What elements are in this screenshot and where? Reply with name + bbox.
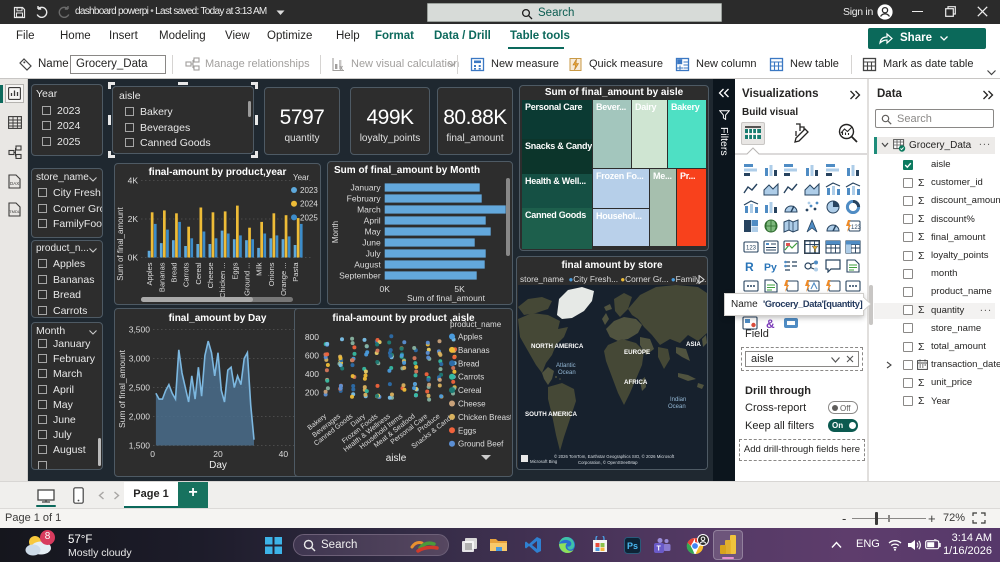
svg-text:DAX: DAX	[10, 181, 19, 186]
svg-text:Ground ...: Ground ...	[243, 263, 252, 296]
svg-text:Apples: Apples	[145, 262, 154, 285]
svg-text:June: June	[362, 237, 381, 247]
svg-text:T: T	[657, 546, 662, 553]
svg-text:Chicken Breast: Chicken Breast	[458, 413, 511, 422]
svg-text:January: January	[350, 182, 381, 192]
svg-text:400: 400	[305, 369, 319, 379]
svg-text:aisle: aisle	[386, 453, 407, 464]
svg-text:Month: Month	[331, 221, 340, 243]
svg-text:Onions: Onions	[267, 262, 276, 286]
svg-text:August: August	[354, 259, 381, 269]
svg-text:Sum of final_amount: Sum of final_amount	[407, 293, 486, 303]
svg-text:Microsoft Bing: Microsoft Bing	[530, 459, 558, 464]
svg-text:2025: 2025	[300, 213, 318, 222]
svg-text:Bread: Bread	[170, 263, 179, 283]
svg-text:Chicken ...: Chicken ...	[218, 263, 227, 298]
svg-text:Carrots: Carrots	[182, 262, 191, 287]
svg-text:Indian: Indian	[670, 397, 686, 403]
svg-text:Bananas: Bananas	[458, 346, 490, 355]
svg-text:3,500: 3,500	[129, 325, 151, 335]
svg-text:1,500: 1,500	[129, 441, 151, 451]
svg-text:Atlantic: Atlantic	[556, 363, 576, 369]
svg-text:July: July	[366, 248, 382, 258]
svg-text:Day: Day	[209, 460, 227, 471]
svg-text:123: 123	[746, 245, 757, 251]
svg-text:© 2026 TomTom, Earthstar Geogr: © 2026 TomTom, Earthstar Geographics SIO…	[554, 454, 675, 459]
svg-text:2,000: 2,000	[129, 412, 151, 422]
svg-text:Cereal: Cereal	[194, 262, 203, 284]
svg-text:Sum of final_amount: Sum of final_amount	[117, 349, 127, 428]
svg-text:Year: Year	[293, 173, 310, 182]
svg-text:Bananas: Bananas	[157, 262, 166, 292]
svg-text:Cereal: Cereal	[458, 386, 482, 395]
svg-text:2K: 2K	[128, 214, 139, 224]
svg-text:4K: 4K	[128, 176, 139, 186]
svg-text:EUROPE: EUROPE	[624, 349, 650, 356]
svg-text:AFRICA: AFRICA	[624, 379, 648, 386]
svg-text:Cheese: Cheese	[458, 400, 486, 409]
svg-text:Ocean: Ocean	[668, 404, 686, 410]
svg-text:0: 0	[150, 449, 155, 459]
svg-text:Ocean: Ocean	[558, 370, 576, 376]
svg-text:600: 600	[305, 351, 319, 361]
svg-text:February: February	[347, 193, 382, 203]
svg-text:September: September	[339, 270, 381, 280]
svg-text:Sum of final_amount: Sum of final_amount	[116, 207, 125, 281]
svg-text:Bread: Bread	[458, 359, 479, 368]
svg-text:0K: 0K	[128, 253, 139, 263]
svg-text:ASIA: ASIA	[686, 341, 701, 348]
svg-text:May: May	[365, 226, 382, 236]
svg-text:Orange ...: Orange ...	[279, 263, 288, 296]
svg-text:40: 40	[279, 449, 289, 459]
svg-text:800: 800	[305, 332, 319, 342]
svg-text:Carrots: Carrots	[458, 373, 484, 382]
svg-text:Py: Py	[764, 262, 777, 274]
svg-text:200: 200	[305, 388, 319, 398]
svg-text:Ground Beef: Ground Beef	[458, 440, 504, 449]
svg-text:SOUTH AMERICA: SOUTH AMERICA	[525, 411, 578, 418]
svg-text:Eggs: Eggs	[230, 262, 239, 279]
svg-text:0K: 0K	[379, 284, 390, 294]
svg-text:20: 20	[213, 449, 223, 459]
svg-text:March: March	[357, 204, 381, 214]
svg-text:R: R	[745, 260, 754, 273]
svg-text:Ps: Ps	[627, 541, 638, 551]
svg-text:3,000: 3,000	[129, 354, 151, 364]
svg-text:Corporation, © OpenStreetMap: Corporation, © OpenStreetMap	[578, 460, 638, 465]
svg-text:Apples: Apples	[458, 333, 482, 342]
svg-text:NORTH AMERICA: NORTH AMERICA	[531, 343, 584, 350]
svg-text:TMDL: TMDL	[9, 209, 21, 214]
svg-text:product_name: product_name	[450, 320, 502, 329]
svg-text:2,500: 2,500	[129, 383, 151, 393]
svg-text:Pasta: Pasta	[291, 262, 300, 282]
svg-text:2024: 2024	[300, 200, 318, 209]
svg-text:April: April	[364, 215, 381, 225]
svg-text:Eggs: Eggs	[458, 426, 476, 435]
svg-text:Cheese: Cheese	[206, 263, 215, 289]
svg-text:Milk: Milk	[255, 262, 264, 276]
svg-text:123: 123	[851, 225, 861, 231]
svg-text:2023: 2023	[300, 186, 318, 195]
